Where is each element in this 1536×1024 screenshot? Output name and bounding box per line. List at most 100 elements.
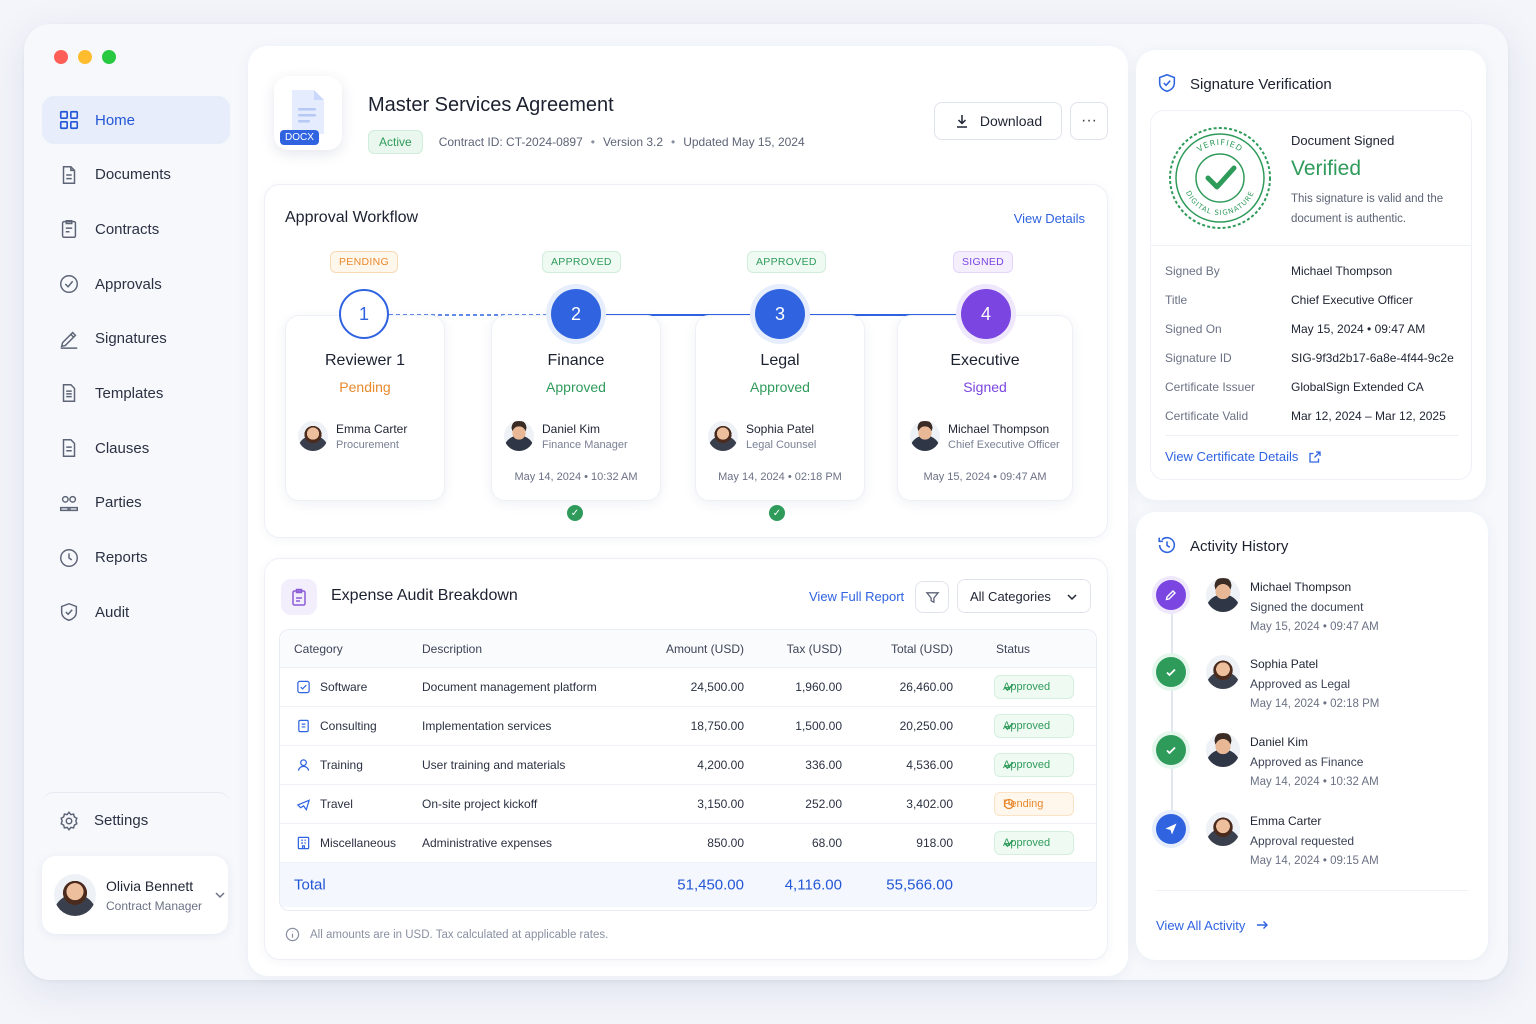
stage-card-executive[interactable]: Executive Signed Michael Thompson Chief … [897,315,1073,501]
cell-amount: 850.00 [707,836,744,850]
activity-user: Michael Thompson [1250,580,1352,594]
activity-item[interactable]: Daniel Kim Approved as Finance May 14, 2… [1156,731,1476,801]
avatar [708,421,738,451]
user-icon [297,759,310,771]
view-all-activity-link[interactable]: View All Activity [1156,910,1269,940]
activity-action: Approved as Legal [1250,677,1351,691]
activity-item[interactable]: Sophia Patel Approved as Legal May 14, 2… [1156,653,1476,723]
field-value: Michael Thompson [1291,264,1393,278]
stage-person: Daniel Kim Finance Manager [504,421,660,451]
column-header: Description [422,641,483,656]
activity-time: May 14, 2024 • 02:18 PM [1250,698,1380,710]
activity-history-panel: Activity History Michael Thompson Signed… [1136,512,1488,960]
stage-status: Approved [546,379,606,395]
status-badge: Approved [994,831,1074,855]
activity-user: Daniel Kim [1250,735,1309,749]
stage-name: Finance [547,352,605,369]
person-name: Sophia Patel [746,421,815,436]
chevron-down-icon[interactable] [214,889,226,901]
category-select[interactable]: All Categories [957,579,1091,613]
sidebar-item-templates[interactable]: Templates [42,369,230,417]
cell-amount: 24,500.00 [690,680,744,694]
sidebar-item-contracts[interactable]: Contracts [42,205,230,253]
person-role: Legal Counsel [746,438,817,451]
cell-category: Training [320,758,363,772]
separator-dot: • [671,135,676,149]
column-header: Tax (USD) [786,641,842,656]
cell-tax: 1,960.00 [795,680,842,694]
sidebar-item-signatures[interactable]: Signatures [42,315,230,363]
consulting-icon [298,719,309,733]
total-tax: 4,116.00 [784,876,842,894]
sidebar-item-settings[interactable]: Settings [42,792,230,848]
stage-person: Emma Carter Procurement [298,421,444,451]
status-badge: Approved [994,714,1074,738]
table-row[interactable]: Training User training and materials 4,2… [280,746,1096,785]
software-icon [297,680,310,694]
avatar [504,421,534,451]
pen-icon [60,331,78,349]
status-badge: Approved [994,675,1074,699]
svg-text:VERIFIED: VERIFIED [1195,138,1244,154]
section-title: Expense Audit Breakdown [331,587,518,604]
sidebar-item-approvals[interactable]: Approvals [42,260,230,308]
status-text: Approved [1003,681,1051,693]
field-key: Title [1165,293,1188,307]
person-info: Emma Carter Procurement [336,422,407,451]
activity-item[interactable]: Emma Carter Approval requested May 14, 2… [1156,810,1476,880]
stage-card-legal[interactable]: Legal Approved Sophia Patel Legal Counse… [695,315,865,501]
download-button[interactable]: Download [934,102,1062,140]
view-full-report-link[interactable]: View Full Report [809,589,904,604]
link-text: View Certificate Details [1165,449,1299,464]
user-info: Olivia Bennett Contract Manager [106,878,202,913]
external-link-icon [1309,450,1322,463]
close-window-button[interactable] [54,50,68,64]
more-options-button[interactable]: ··· [1070,102,1108,140]
sidebar-item-reports[interactable]: Reports [42,534,230,582]
person-info: Michael Thompson Chief Executive Officer [948,422,1060,451]
cell-category: Miscellaneous [320,836,397,850]
table-total-row: Total 51,450.00 4,116.00 55,566.00 [280,863,1096,907]
sidebar-item-documents[interactable]: Documents [42,151,230,199]
person-role: Chief Executive Officer [948,438,1060,451]
info-icon [285,927,300,942]
stage-card-reviewer[interactable]: Reviewer 1 Pending Emma Carter Procureme… [285,315,445,501]
check-icon: ✓ [567,505,583,521]
section-title: Signature Verification [1190,76,1332,93]
field-value: Mar 12, 2024 – Mar 12, 2025 [1291,409,1446,423]
sidebar-item-parties[interactable]: Parties [42,479,230,527]
sidebar: Home Documents Contracts Approvals Signa… [42,96,230,643]
window-controls [54,50,116,64]
stage-number-3: 3 [755,289,805,339]
filter-button[interactable] [915,581,949,613]
total-amount: 51,450.00 [677,876,744,894]
status-badge: Pending [994,792,1074,816]
stage-card-finance[interactable]: Finance Approved Daniel Kim Finance Mana… [491,315,661,501]
table-row[interactable]: Software Document management platform 24… [280,668,1096,707]
user-profile-card[interactable]: Olivia Bennett Contract Manager [42,856,228,934]
maximize-window-button[interactable] [102,50,116,64]
status-text: Pending [1003,798,1044,810]
document-icon [62,165,76,184]
column-header: Status [996,641,1031,656]
building-icon [297,836,310,850]
check-icon [1156,657,1186,687]
send-icon [1156,814,1186,844]
table-row[interactable]: Travel On-site project kickoff 3,150.00 … [280,785,1096,824]
minimize-window-button[interactable] [78,50,92,64]
app-window: Home Documents Contracts Approvals Signa… [24,24,1508,980]
version: Version 3.2 [602,135,664,149]
chevron-down-icon [1067,594,1077,601]
activity-item[interactable]: Michael Thompson Signed the document May… [1156,576,1476,646]
sidebar-item-audit[interactable]: Audit [42,588,230,636]
table-row[interactable]: Miscellaneous Administrative expenses 85… [280,824,1096,863]
sidebar-item-clauses[interactable]: Clauses [42,424,230,472]
table-row[interactable]: Consulting Implementation services 18,75… [280,707,1096,746]
sidebar-item-home[interactable]: Home [42,96,230,144]
view-certificate-link[interactable]: View Certificate Details [1165,449,1322,464]
stage-date: May 15, 2024 • 09:47 AM [923,471,1047,483]
clipboard-icon [281,579,317,615]
verification-label: Document Signed [1291,133,1395,148]
pen-icon [1156,580,1186,610]
view-details-link[interactable]: View Details [1014,211,1085,226]
